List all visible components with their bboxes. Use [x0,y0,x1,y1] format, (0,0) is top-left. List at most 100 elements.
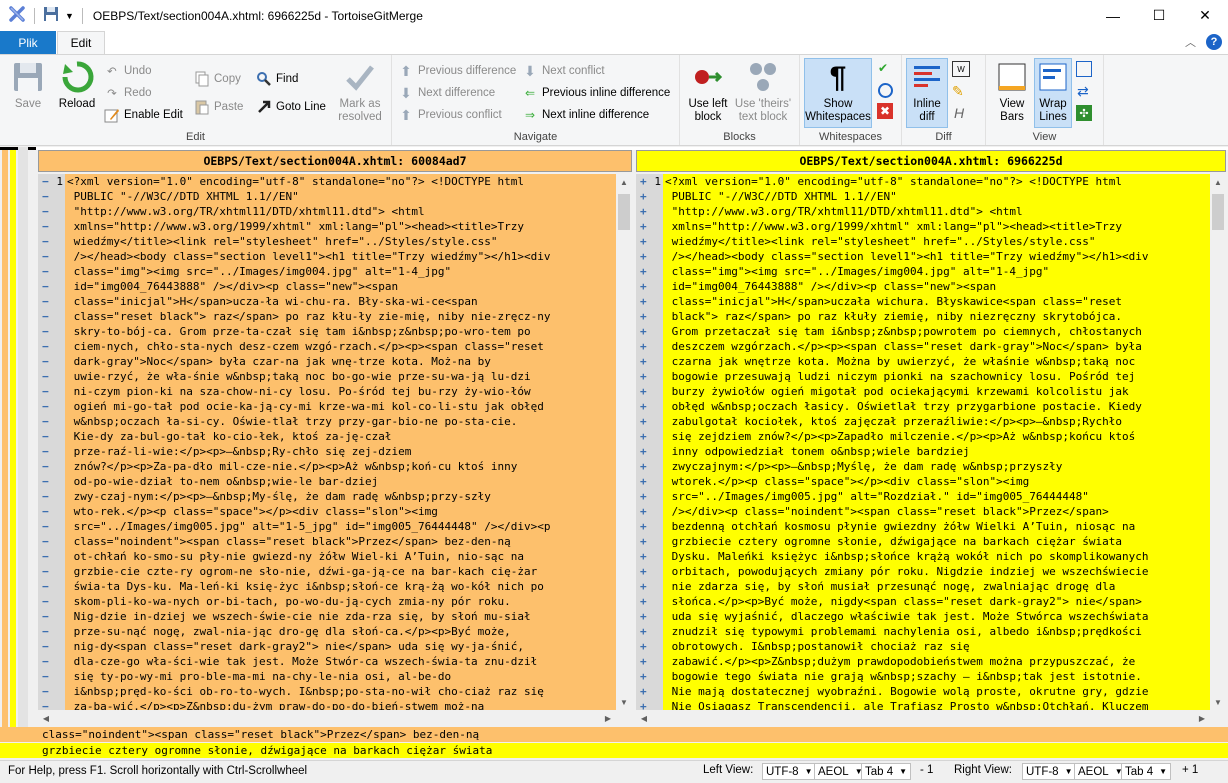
use-theirs-block-button[interactable]: Use 'theirs' text block [732,59,794,124]
code-line[interactable]: + znudził się typowymi problemami nachyl… [636,624,1210,639]
close-button[interactable]: ✕ [1182,0,1228,31]
code-line[interactable]: + src="../Images/img005.jpg" alt="Rozdzi… [636,489,1210,504]
code-line[interactable]: + bezdenną otchłań kosmosu płynie gwiezd… [636,519,1210,534]
code-line[interactable]: + grzbiecie cztery ogromne słonie, dźwig… [636,534,1210,549]
code-line[interactable]: + deszczem wzgórzach.</p><p><span class=… [636,339,1210,354]
reload-button[interactable]: Reload [56,59,98,111]
code-line[interactable]: − ogień mi-go-tał pod ocie-ka-ją-cy-mi k… [38,399,616,414]
next-conflict-button[interactable]: ⬇ Next conflict [522,63,605,79]
scroll-right-arrow-icon[interactable]: ▶ [1194,710,1210,726]
view-option-icon-1[interactable] [1076,61,1092,77]
left-scroll-thumb[interactable] [618,194,630,230]
collapse-ribbon-icon[interactable]: ︿ [1185,34,1196,50]
code-line[interactable]: − prze-su-nąć nogę, zwal-nia-jąc dro-gę … [38,624,616,639]
code-line[interactable]: − wiedźmy</title><link rel="stylesheet" … [38,234,616,249]
code-line[interactable]: − PUBLIC "-//W3C//DTD XHTML 1.1//EN" [38,189,616,204]
code-line[interactable]: − "http://www.w3.org/TR/xhtml11/DTD/xhtm… [38,204,616,219]
code-line[interactable]: + Nie Osiągasz Transcendencji, ale Trafi… [636,699,1210,710]
code-line[interactable]: + Grom przetaczał się tam i&nbsp;z&nbsp;… [636,324,1210,339]
scroll-down-arrow-icon[interactable]: ▼ [616,694,632,710]
code-line[interactable]: − prze-raź-li-wie:</p><p>–&nbsp;Ry-chło … [38,444,616,459]
code-line[interactable]: − zwy-czaj-nym:</p><p>–&nbsp;My-ślę, że … [38,489,616,504]
code-line[interactable]: − w&nbsp;oczach ła-si-cy. Oświe-tlał trz… [38,414,616,429]
code-line[interactable]: + Dysku. Maleńki księżyc i&nbsp;słońce k… [636,549,1210,564]
code-line[interactable]: −1 <?xml version="1.0" encoding="utf-8" s… [38,174,616,189]
code-line[interactable]: + zabulgotał kociołek, ktoś zajęczał prz… [636,414,1210,429]
redo-button[interactable]: ↷ Redo [104,85,151,101]
code-line[interactable]: + słońca.</p><p>Być może, nigdy<span cla… [636,594,1210,609]
use-left-block-button[interactable]: Use left block [686,59,730,124]
code-line[interactable]: + bogowie tego świata nie grają w&nbsp;s… [636,669,1210,684]
code-line[interactable]: − id="img004_76443888" /></div><p class=… [38,279,616,294]
code-line[interactable]: − się ty-po-wy-mi pro-ble-ma-mi na-chy-l… [38,669,616,684]
code-line[interactable]: − i&nbsp;pręd-ko-ści ob-ro-to-wych. I&nb… [38,684,616,699]
previous-conflict-button[interactable]: ⬆ Previous conflict [398,107,502,123]
code-line[interactable]: + "http://www.w3.org/TR/xhtml11/DTD/xhtm… [636,204,1210,219]
tab-file[interactable]: Plik [0,31,56,54]
right-tab-dropdown[interactable]: Tab 4 ▼ [1121,763,1172,780]
code-line[interactable]: − dark-gray">Noc</span> była czar-na jak… [38,354,616,369]
code-line[interactable]: + id="img004_76443888" /></div><p class=… [636,279,1210,294]
scroll-left-arrow-icon[interactable]: ◀ [636,710,652,726]
save-button[interactable]: Save [8,59,48,111]
code-line[interactable]: + orbitach, powodujących zmiany pór roku… [636,564,1210,579]
code-line[interactable]: − skry-to-bój-ca. Grom prze-ta-czał się … [38,324,616,339]
code-line[interactable]: − grzbie-cie czte-ry ogrom-ne sło-nie, d… [38,564,616,579]
wrap-lines-button[interactable]: Wrap Lines [1034,58,1072,128]
code-line[interactable]: − dla-cze-go wła-ści-wie tak jest. Może … [38,654,616,669]
collapse-view-icon[interactable]: ✣ [1076,105,1092,121]
code-line[interactable]: + class="inicjal">H</span>uczała wichura… [636,294,1210,309]
left-eol-dropdown[interactable]: AEOL ▼ [814,763,867,780]
code-line[interactable]: + Nie mają dostatecznej wyobraźni. Bogow… [636,684,1210,699]
code-line[interactable]: − ni-czym pion-ki na sza-chow-ni-cy losu… [38,384,616,399]
view-bars-button[interactable]: View Bars [992,59,1032,124]
code-line[interactable]: − class="noindent"><span class="reset bl… [38,534,616,549]
code-line[interactable]: − świa-ta Dys-ku. Ma-leń-ki księ-życ i&n… [38,579,616,594]
right-view-code[interactable]: +1 <?xml version="1.0" encoding="utf-8" s… [636,174,1210,710]
code-line[interactable]: + się zejdziem znów?</p><p>Zapadło milcz… [636,429,1210,444]
scroll-up-arrow-icon[interactable]: ▲ [1210,174,1226,190]
code-line[interactable]: − nig-dy<span class="reset dark-gray2"> … [38,639,616,654]
code-line[interactable]: + zabawić.</p><p>Z&nbsp;dużym prawdopodo… [636,654,1210,669]
code-line[interactable]: + /></head><body class="section level1">… [636,249,1210,264]
paste-button[interactable]: Paste [194,99,243,115]
code-line[interactable]: − class="reset black"> raz</span> po raz… [38,309,616,324]
code-line[interactable]: − src="../Images/img005.jpg" alt="1-5_jp… [38,519,616,534]
code-line[interactable]: + nie zdarza się, by słoń musiał przesun… [636,579,1210,594]
left-horizontal-scrollbar[interactable]: ◀ ▶ [38,710,616,726]
left-tab-dropdown[interactable]: Tab 4 ▼ [861,763,912,780]
next-difference-button[interactable]: ⬇ Next difference [398,85,495,101]
right-vertical-scrollbar[interactable]: ▲ ▼ [1210,174,1226,710]
code-line[interactable]: − xmlns="http://www.w3.org/1999/xhtml" x… [38,219,616,234]
right-horizontal-scrollbar[interactable]: ◀ ▶ [636,710,1210,726]
scroll-right-arrow-icon[interactable]: ▶ [600,710,616,726]
code-line[interactable]: + bogowie przesuwają ludzi niczym pionki… [636,369,1210,384]
code-line[interactable]: + wiedźmy</title><link rel="stylesheet" … [636,234,1210,249]
scroll-down-arrow-icon[interactable]: ▼ [1210,694,1226,710]
code-line[interactable]: + black"> raz</span> po raz kłuły ziemię… [636,309,1210,324]
left-encoding-dropdown[interactable]: UTF-8 ▼ [762,763,817,780]
next-inline-difference-button[interactable]: ⇒ Next inline difference [522,107,649,123]
maximize-button[interactable]: ☐ [1136,0,1182,31]
code-line[interactable]: + zwyczajnym:</p><p>–&nbsp;Myślę, że dam… [636,459,1210,474]
left-vertical-scrollbar[interactable]: ▲ ▼ [616,174,632,710]
code-line[interactable]: + burzy żywiołów ogień migotał pod ociek… [636,384,1210,399]
code-line[interactable]: + /></div><p class="noindent"><span clas… [636,504,1210,519]
code-line[interactable]: − znów?</p><p>Za-pa-dło mil-cze-nie.</p>… [38,459,616,474]
goto-line-button[interactable]: Goto Line [256,99,326,115]
copy-button[interactable]: Copy [194,71,241,87]
code-line[interactable]: + czarna jak wnętrze kota. Można by uwie… [636,354,1210,369]
right-view[interactable]: OEBPS/Text/section004A.xhtml: 6966225d +… [636,150,1226,726]
previous-inline-difference-button[interactable]: ⇐ Previous inline difference [522,85,670,101]
code-line[interactable]: − ciem-nych, chło-sta-nych desz-czem wzg… [38,339,616,354]
show-whitespaces-button[interactable]: ¶ Show Whitespaces [804,58,872,128]
help-icon[interactable]: ? [1206,34,1222,50]
inline-diff-button[interactable]: Inline diff [906,58,948,128]
code-line[interactable]: − Kie-dy za-bul-go-tał ko-cio-łek, ktoś … [38,429,616,444]
find-button[interactable]: Find [256,71,298,87]
code-line[interactable]: − class="img"><img src="../Images/img004… [38,264,616,279]
whitespace-circle-icon[interactable] [878,83,893,98]
diff-option-icon-1[interactable]: W [952,61,970,77]
code-line[interactable]: + PUBLIC "-//W3C//DTD XHTML 1.1//EN" [636,189,1210,204]
scroll-left-arrow-icon[interactable]: ◀ [38,710,54,726]
